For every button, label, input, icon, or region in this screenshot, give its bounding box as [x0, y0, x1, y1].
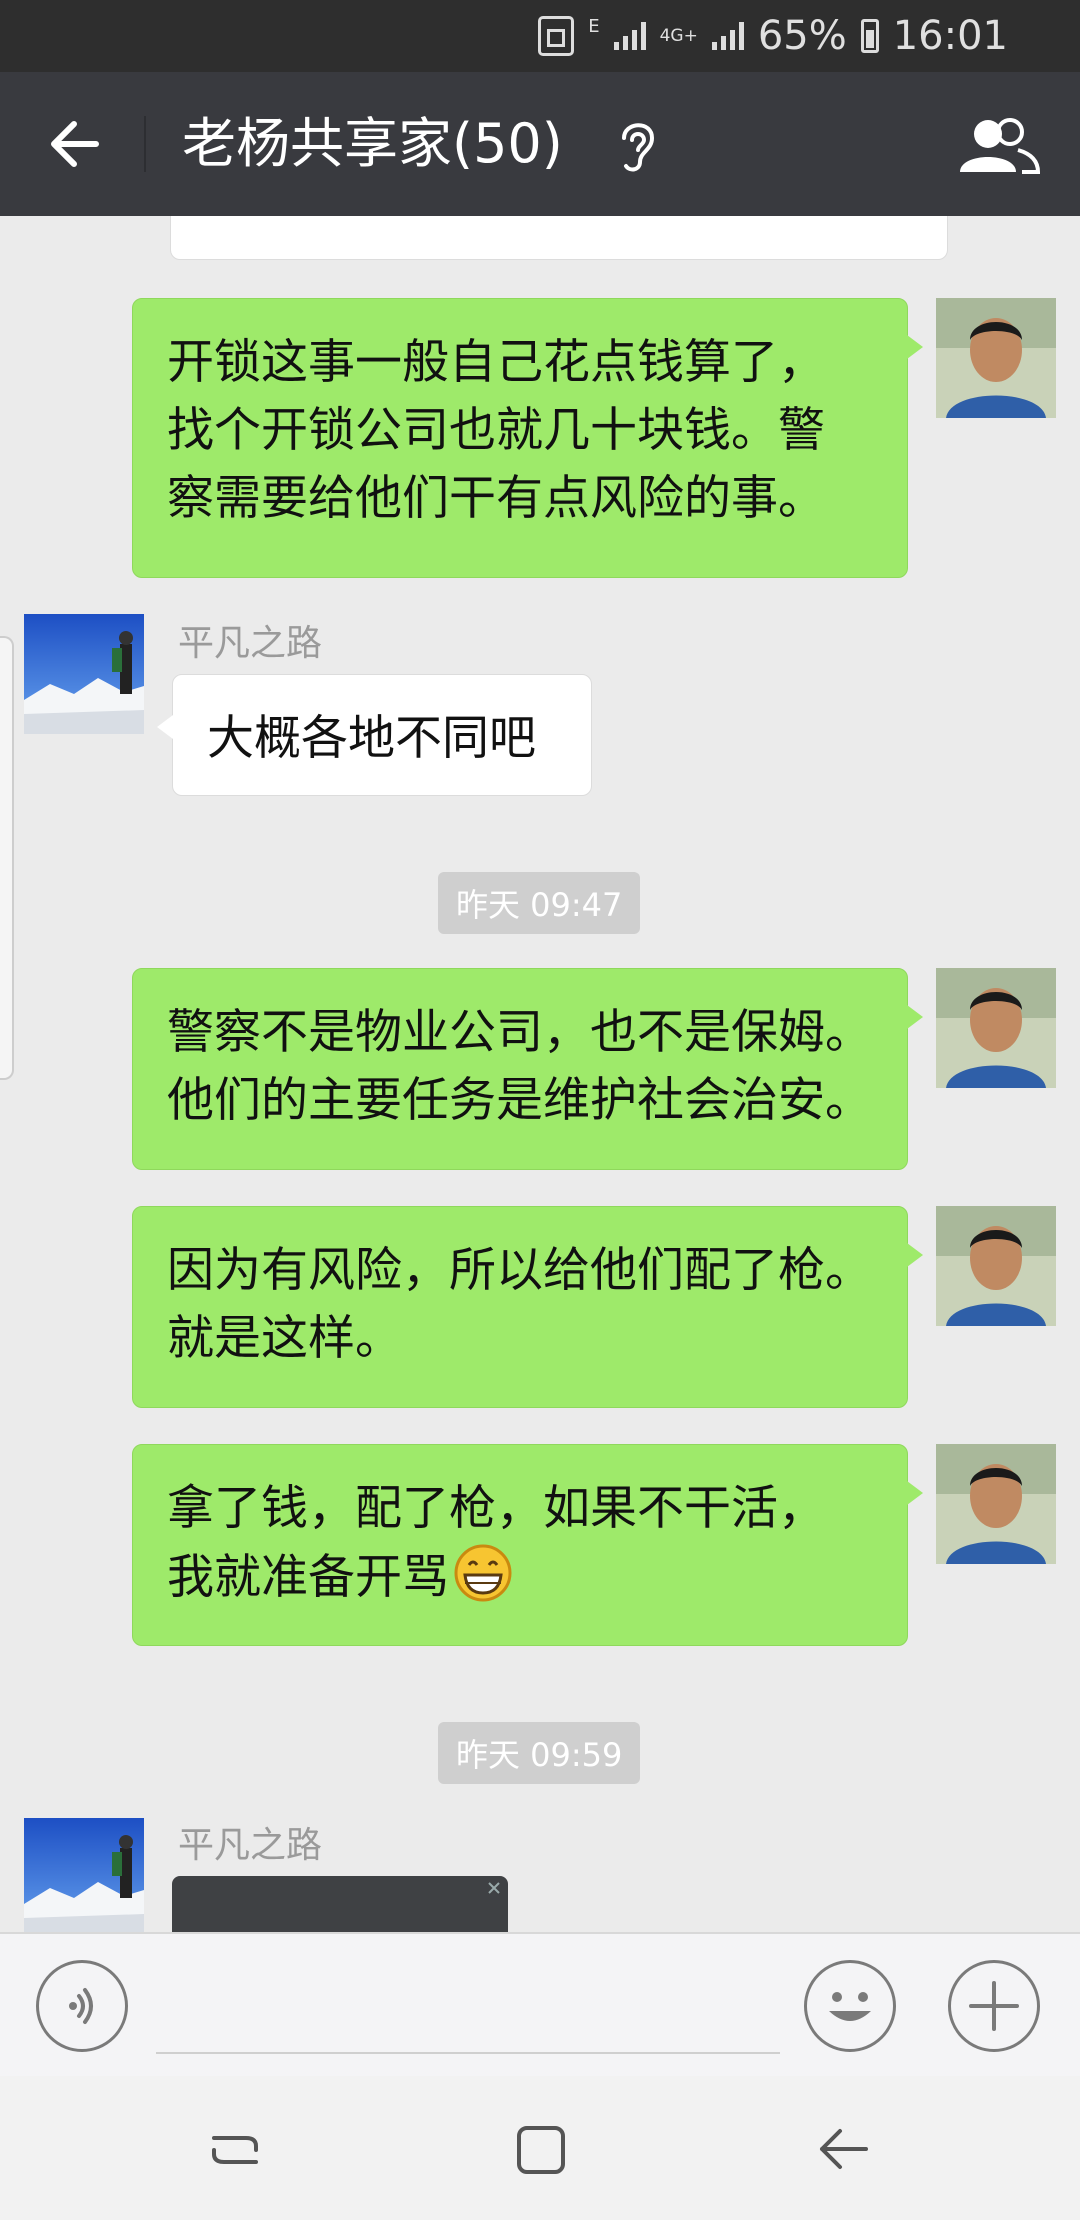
- plus-button[interactable]: [948, 1960, 1040, 2052]
- sim-icon: [538, 16, 575, 56]
- status-bar: E 4G+ 65% 16:01: [0, 0, 1080, 72]
- emoji-button[interactable]: [804, 1960, 896, 2052]
- network-type: 4G+: [659, 26, 698, 46]
- chat-title: 老杨共享家(50): [182, 112, 563, 175]
- voice-button[interactable]: [36, 1960, 128, 2052]
- clock: 16:01: [892, 13, 1008, 59]
- message-text-input[interactable]: [156, 2052, 780, 2054]
- message-line: 就是这样。: [167, 1311, 402, 1366]
- message-line: 因为有风险，所以给他们配了枪。: [167, 1243, 872, 1298]
- system-nav-bar: [0, 2076, 1080, 2220]
- timestamp-badge: 昨天 09:59: [438, 1722, 641, 1784]
- group-members-icon: [960, 118, 1041, 174]
- avatar-self[interactable]: [936, 298, 1056, 418]
- side-edge-handle[interactable]: [0, 636, 14, 1080]
- signal-icon: [613, 22, 646, 50]
- message-line-with-emoji: 我就准备开骂: [167, 1543, 873, 1612]
- avatar-self[interactable]: [936, 1206, 1056, 1326]
- message-line: 警察不是物业公司，也不是保姆。: [167, 1005, 872, 1060]
- battery-icon: [860, 19, 879, 53]
- avatar-pingfan[interactable]: [24, 1818, 144, 1932]
- message-line: 他们的主要任务是维护社会治安。: [167, 1073, 872, 1128]
- recent-apps-icon: [212, 2136, 258, 2164]
- message-bubble-outgoing[interactable]: 拿了钱，配了枪，如果不干活， 我就准备开骂: [132, 1444, 923, 1646]
- message-bubble-partial[interactable]: …: [170, 216, 948, 260]
- nav-back-button[interactable]: [808, 2114, 878, 2184]
- emoji-icon: [829, 1992, 871, 2021]
- back-icon: [820, 2129, 868, 2169]
- message-bubble-outgoing[interactable]: 因为有风险，所以给他们配了枪。 就是这样。: [132, 1206, 923, 1408]
- home-icon: [517, 2126, 565, 2174]
- avatar-self[interactable]: [936, 968, 1056, 1088]
- ear-icon[interactable]: [612, 116, 662, 174]
- battery-percent: 65%: [757, 13, 847, 59]
- grin-emoji: [454, 1544, 512, 1602]
- recent-apps-button[interactable]: [200, 2114, 270, 2184]
- signal-icon-2: [711, 22, 744, 50]
- message-bubble-outgoing[interactable]: 警察不是物业公司，也不是保姆。 他们的主要任务是维护社会治安。: [132, 968, 923, 1170]
- group-members-button[interactable]: [952, 116, 1042, 176]
- sender-name: 平凡之路: [178, 623, 323, 664]
- back-button[interactable]: [40, 108, 112, 180]
- header-divider: [144, 116, 146, 172]
- message-input-bar: [0, 1932, 1080, 2076]
- plus-icon: [969, 1981, 1019, 2031]
- shared-card-message[interactable]: [172, 1876, 508, 1932]
- home-button[interactable]: [505, 2114, 575, 2184]
- chat-area[interactable]: … 开锁这事一般自己花点钱算了， 找个开锁公司也就几十块钱。警 察需要给他们干有…: [0, 216, 1080, 1932]
- voice-icon: [69, 1988, 93, 2024]
- sender-name: 平凡之路: [178, 1825, 323, 1866]
- message-bubble-incoming[interactable]: 大概各地不同吧: [157, 674, 592, 796]
- message-line: 察需要给他们干有点风险的事。: [167, 471, 825, 526]
- timestamp-badge: 昨天 09:47: [438, 872, 641, 934]
- avatar-pingfan[interactable]: [24, 614, 144, 734]
- message-text: 我就准备开骂: [167, 1550, 449, 1605]
- close-icon: [488, 1882, 500, 1894]
- message-bubble-outgoing[interactable]: 开锁这事一般自己花点钱算了， 找个开锁公司也就几十块钱。警 察需要给他们干有点风…: [132, 298, 923, 578]
- chat-header: 老杨共享家(50): [0, 72, 1080, 216]
- message-line: 开锁这事一般自己花点钱算了，: [167, 335, 825, 390]
- message-line: 找个开锁公司也就几十块钱。警: [167, 403, 825, 458]
- lte-indicator: E: [588, 16, 600, 37]
- message-line: 大概各地不同吧: [207, 711, 536, 766]
- back-arrow-icon: [51, 121, 99, 167]
- message-line: 拿了钱，配了枪，如果不干活，: [167, 1481, 825, 1536]
- avatar-self[interactable]: [936, 1444, 1056, 1564]
